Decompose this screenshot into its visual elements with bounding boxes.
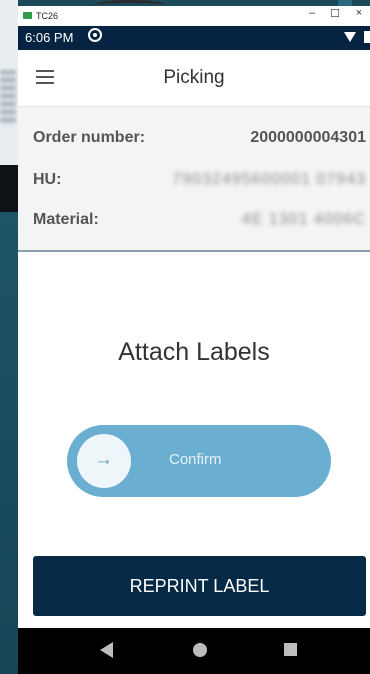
confirm-label: Confirm bbox=[169, 451, 222, 468]
page-title: Picking bbox=[163, 67, 225, 88]
material-label: Material: bbox=[33, 211, 99, 228]
hu-value: 79032495600001 07943 bbox=[172, 171, 366, 188]
maximize-button[interactable]: ☐ bbox=[327, 7, 343, 20]
emulator-window: TC26 – ☐ × 6:06 PM Picking Order number:… bbox=[18, 6, 370, 674]
reprint-label-button[interactable]: REPRINT LABEL bbox=[33, 556, 366, 616]
home-icon[interactable] bbox=[193, 643, 207, 657]
status-time: 6:06 PM bbox=[25, 30, 74, 45]
desktop-icon bbox=[0, 70, 16, 125]
hu-row: HU: 79032495600001 07943 bbox=[33, 171, 366, 193]
main-content: Attach Labels → Confirm bbox=[18, 252, 370, 556]
recent-apps-icon[interactable] bbox=[284, 643, 297, 656]
close-button[interactable]: × bbox=[351, 7, 367, 19]
wifi-icon bbox=[344, 32, 356, 42]
android-nav-bar bbox=[18, 628, 370, 674]
arrow-right-icon: → bbox=[94, 449, 113, 470]
window-titlebar[interactable]: TC26 – ☐ × bbox=[18, 6, 370, 26]
battery-icon bbox=[364, 31, 370, 43]
attach-labels-heading: Attach Labels bbox=[118, 338, 270, 366]
order-number-value: 2000000004301 bbox=[250, 129, 366, 146]
slider-handle[interactable]: → bbox=[77, 434, 131, 488]
back-icon[interactable] bbox=[100, 642, 113, 658]
order-number-label: Order number: bbox=[33, 129, 146, 146]
android-status-bar: 6:06 PM bbox=[18, 26, 370, 50]
app-bar: Picking bbox=[18, 50, 370, 107]
confirm-slider[interactable]: → Confirm bbox=[67, 425, 331, 497]
sync-icon bbox=[88, 28, 102, 42]
order-info-panel: Order number: 2000000004301 HU: 79032495… bbox=[18, 107, 370, 252]
material-value: 4E 1301 4006C bbox=[241, 211, 366, 228]
window-title: TC26 bbox=[36, 11, 59, 21]
material-row: Material: 4E 1301 4006C bbox=[33, 211, 366, 233]
hu-label: HU: bbox=[33, 171, 62, 188]
app-icon bbox=[23, 12, 32, 19]
minimize-button[interactable]: – bbox=[304, 7, 320, 19]
order-number-row: Order number: 2000000004301 bbox=[33, 129, 366, 151]
